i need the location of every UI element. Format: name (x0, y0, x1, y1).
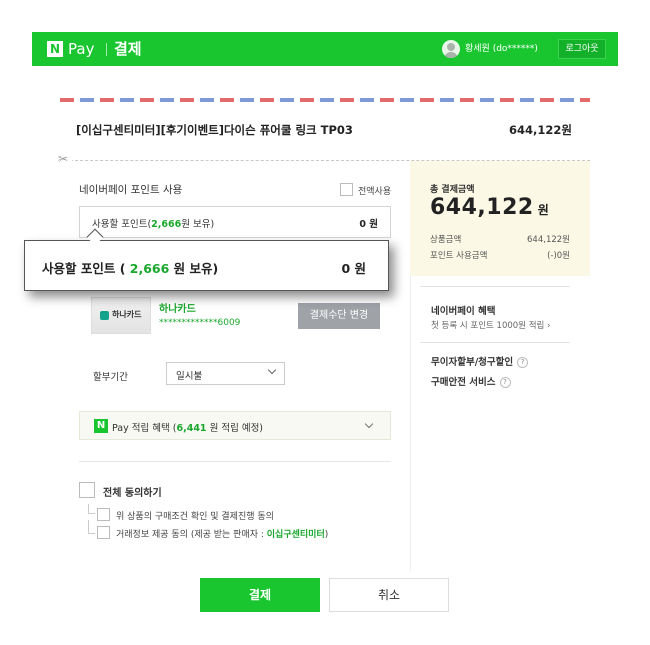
tree-line (88, 520, 95, 534)
callout-label: 사용할 포인트 ( 2,666 원 보유) (42, 261, 219, 276)
help-icon[interactable]: ? (517, 357, 529, 368)
agree-terms-checkbox[interactable] (97, 508, 110, 521)
points-input[interactable]: 사용할 포인트(2,666원 보유) 0 원 (79, 206, 391, 238)
npay-logo-icon: N (47, 41, 63, 57)
benefit-text: Pay 적립 혜택 (6,441 원 적립 예정) (112, 423, 264, 434)
divider (420, 342, 570, 343)
divider (79, 461, 391, 462)
product-price: 644,122원 (509, 123, 572, 137)
npay-benefit-accordion[interactable]: N Pay 적립 혜택 (6,441 원 적립 예정) (79, 411, 391, 440)
header-bar: N Pay 결제 황세원 (do******) 로그아웃 (32, 32, 618, 66)
chevron-down-icon (267, 365, 277, 375)
summary-row: 상품금액 644,122원 (430, 235, 570, 245)
pay-button[interactable]: 결제 (200, 578, 320, 612)
installment-select[interactable]: 일시불 (166, 362, 285, 385)
installment-value: 일시불 (176, 371, 203, 382)
npay-logo-word: Pay (68, 40, 95, 58)
hana-card-logo-icon (100, 311, 109, 320)
total-label: 총 결제금액 (430, 185, 475, 195)
total-box: 총 결제금액 644,122 원 상품금액 644,122원 포인트 사용금액 (-)… (410, 161, 590, 276)
divider (420, 286, 570, 287)
points-label: 사용할 포인트(2,666원 보유) (92, 219, 215, 230)
user-name: 황세원 (do******) (465, 44, 538, 54)
total-amount: 644,122 원 (430, 195, 550, 220)
card-image: 하나카드 (91, 297, 151, 334)
points-section-title: 네이버페이 포인트 사용 (79, 184, 183, 196)
card-name: 하나카드 (159, 304, 196, 315)
agree-all-checkbox[interactable] (79, 482, 95, 498)
product-name: [이십구센티미터][후기이벤트]다이슨 퓨어쿨 링크 TP03 (76, 123, 353, 137)
installment-label: 할부기간 (93, 372, 128, 383)
safe-purchase-item: 구매안전 서비스? (431, 374, 511, 388)
agree-info-label[interactable]: 거래정보 제공 동의 (제공 받는 판매자 : 이십구센티미터) (116, 527, 328, 540)
logout-button[interactable]: 로그아웃 (558, 39, 606, 59)
airmail-stripe (60, 98, 590, 102)
header-divider (106, 43, 107, 56)
benefit-title: 네이버페이 혜택 (431, 306, 496, 317)
all-points-checkbox[interactable] (340, 183, 353, 196)
points-value: 0 원 (359, 219, 378, 230)
agree-info-checkbox[interactable] (97, 526, 110, 539)
page-title: 결제 (114, 40, 142, 58)
agree-all-label[interactable]: 전체 동의하기 (103, 484, 162, 499)
card-number: *************6009 (159, 318, 241, 328)
summary-row: 포인트 사용금액 (-)0원 (430, 251, 570, 261)
agree-terms-label[interactable]: 위 상품의 구매조건 확인 및 결제진행 동의 (116, 509, 274, 522)
benefit-link[interactable]: 첫 등록 시 포인트 1000원 적립 › (431, 319, 550, 331)
points-callout: 사용할 포인트 ( 2,666 원 보유) 0 원 (24, 240, 389, 291)
tree-line (88, 504, 95, 514)
avatar-icon (442, 40, 460, 58)
chevron-down-icon (364, 419, 374, 429)
cancel-button[interactable]: 취소 (329, 578, 449, 612)
change-payment-button[interactable]: 결제수단 변경 (298, 303, 380, 329)
card-logo-text: 하나카드 (112, 310, 142, 319)
all-points-label[interactable]: 전액사용 (358, 184, 391, 197)
help-icon[interactable]: ? (499, 377, 511, 388)
interest-free-item: 무이자할부/청구할인? (431, 354, 529, 368)
npay-logo-icon: N (94, 419, 108, 433)
callout-value: 0 원 (341, 261, 366, 276)
